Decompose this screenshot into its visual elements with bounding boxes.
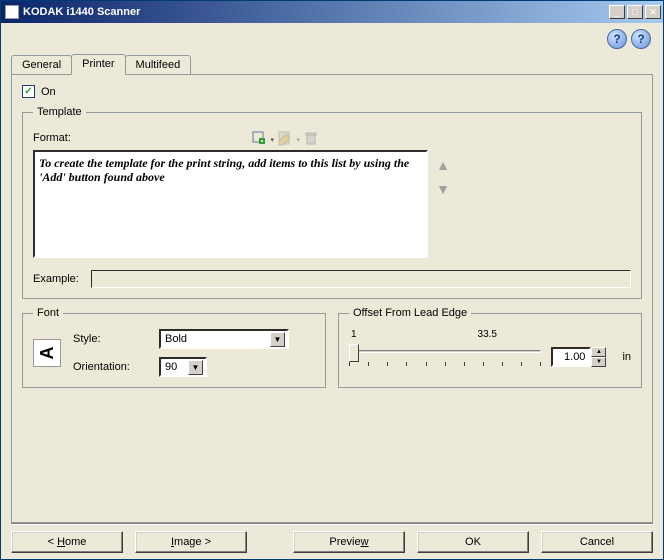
move-up-button[interactable]: ▲ (434, 156, 452, 174)
edit-button[interactable]: ▾ (275, 128, 295, 148)
tab-multifeed[interactable]: Multifeed (125, 55, 192, 76)
format-label: Format: (33, 132, 129, 144)
slider-thumb[interactable] (349, 344, 359, 362)
tab-label: Printer (82, 58, 114, 70)
offset-slider[interactable] (349, 344, 541, 370)
offset-max: 33.5 (478, 329, 497, 340)
format-listbox[interactable]: To create the template for the print str… (33, 150, 428, 258)
add-button[interactable]: ▾ (249, 128, 269, 148)
format-hint: To create the template for the print str… (39, 156, 409, 184)
button-row: < Home Image > Preview OK Cancel (11, 531, 653, 553)
minimize-button[interactable]: _ (609, 5, 625, 19)
tab-label: General (22, 59, 61, 71)
move-down-button[interactable]: ▼ (434, 180, 452, 198)
style-value: Bold (165, 333, 187, 345)
tab-label: Multifeed (136, 59, 181, 71)
cancel-button[interactable]: Cancel (541, 531, 653, 553)
help-question-icon[interactable]: ? (631, 29, 651, 49)
titlebar[interactable]: KODAK i1440 Scanner _ □ ✕ (1, 1, 663, 23)
font-preview-icon: A (33, 339, 61, 367)
spin-up[interactable]: ▲ (591, 347, 606, 357)
client-area: ? ? General Printer Multifeed ✓ On Templ… (1, 23, 663, 559)
window-title: KODAK i1440 Scanner (23, 6, 607, 18)
tab-general[interactable]: General (11, 55, 72, 76)
tab-strip: General Printer Multifeed (11, 53, 653, 74)
app-icon (5, 5, 19, 19)
style-label: Style: (73, 333, 153, 345)
close-button[interactable]: ✕ (645, 5, 661, 19)
chevron-down-icon: ▼ (188, 360, 203, 375)
offset-legend: Offset From Lead Edge (349, 307, 471, 319)
image-button[interactable]: Image > (135, 531, 247, 553)
chevron-down-icon: ▼ (270, 332, 285, 347)
preview-button[interactable]: Preview (293, 531, 405, 553)
example-field (91, 270, 631, 288)
edit-icon (277, 130, 293, 146)
offset-spinner[interactable]: 1.00 ▲ ▼ (551, 347, 606, 367)
offset-group: Offset From Lead Edge 1 33.5 (338, 307, 642, 388)
template-group: Template Format: ▾ ▾ (22, 106, 642, 299)
delete-trash-icon (303, 130, 319, 146)
style-select[interactable]: Bold ▼ (159, 329, 289, 349)
orientation-value: 90 (165, 361, 177, 373)
home-button[interactable]: < Home (11, 531, 123, 553)
spin-down[interactable]: ▼ (591, 357, 606, 367)
font-group: Font A Style: Bold ▼ Orientation: 90 ▼ (22, 307, 326, 388)
scanner-window: KODAK i1440 Scanner _ □ ✕ ? ? General Pr… (0, 0, 664, 560)
font-legend: Font (33, 307, 63, 319)
offset-value: 1.00 (564, 351, 585, 363)
tab-printer[interactable]: Printer (71, 54, 125, 75)
offset-unit: in (622, 351, 631, 363)
orientation-label: Orientation: (73, 361, 153, 373)
delete-button[interactable] (301, 128, 321, 148)
arrow-up-icon: ▲ (436, 157, 450, 173)
orientation-select[interactable]: 90 ▼ (159, 357, 207, 377)
on-label: On (41, 86, 56, 98)
arrow-down-icon: ▼ (436, 181, 450, 197)
offset-min: 1 (351, 329, 357, 340)
maximize-button[interactable]: □ (627, 5, 643, 19)
tab-panel-printer: ✓ On Template Format: ▾ (11, 74, 653, 523)
template-legend: Template (33, 106, 86, 118)
separator (11, 523, 653, 525)
add-icon (251, 130, 267, 146)
on-checkbox[interactable]: ✓ (22, 85, 35, 98)
example-label: Example: (33, 273, 79, 285)
ok-button[interactable]: OK (417, 531, 529, 553)
help-globe-icon[interactable]: ? (607, 29, 627, 49)
